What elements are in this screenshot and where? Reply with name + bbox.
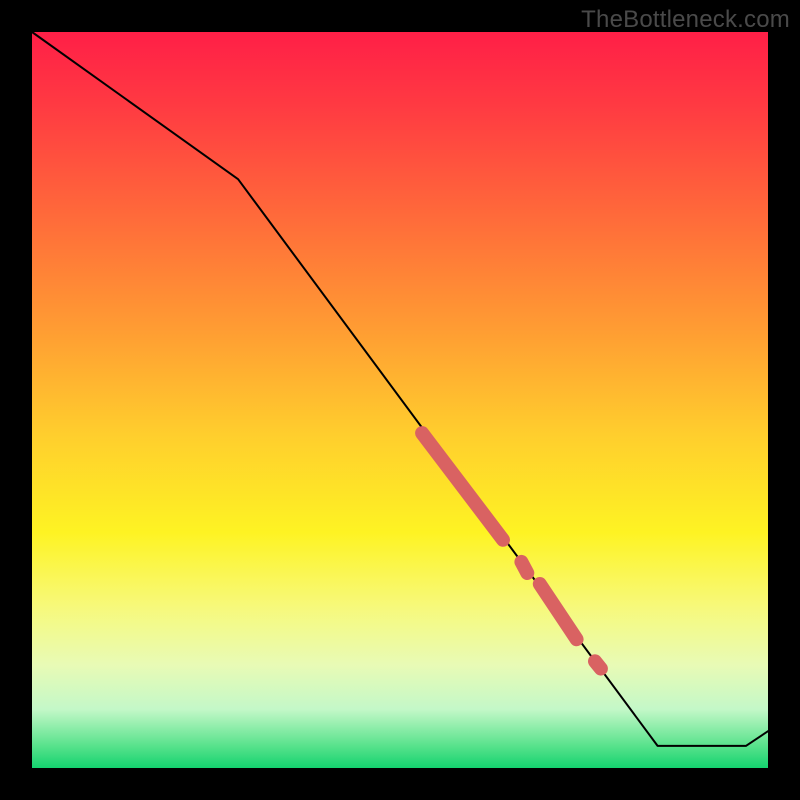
highlight-segment [521,562,527,573]
watermark-text: TheBottleneck.com [581,6,790,34]
highlight-segment [595,661,601,668]
bottleneck-line [32,32,768,746]
highlight-segment [422,433,503,540]
highlight-group [422,433,601,668]
chart-frame: TheBottleneck.com [0,0,800,800]
highlight-segment [540,584,577,639]
plot-area [32,32,768,768]
curve-svg [32,32,768,768]
